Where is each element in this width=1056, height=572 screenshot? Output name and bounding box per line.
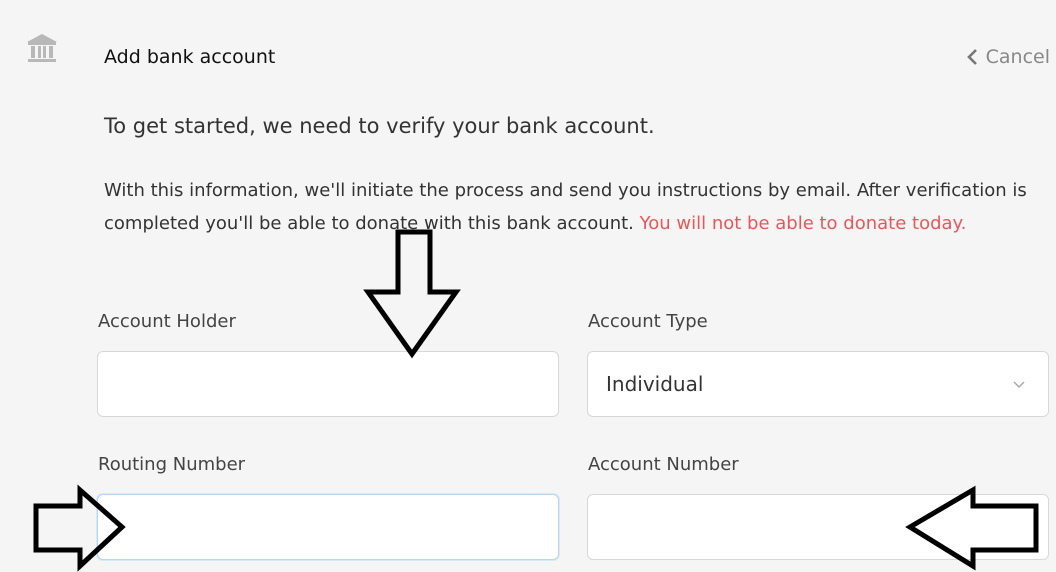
account-number-label: Account Number [588,454,739,475]
cancel-button[interactable]: Cancel [965,46,1050,68]
routing-number-label: Routing Number [98,454,246,475]
account-type-label: Account Type [588,311,708,332]
chevron-down-icon [1013,381,1025,389]
cancel-label: Cancel [985,46,1050,68]
account-type-select[interactable]: Individual [587,351,1049,417]
arrow-down-icon [363,229,461,359]
intro-text: To get started, we need to verify your b… [104,114,655,138]
bank-icon [27,34,57,62]
donation-warning: You will not be able to donate today. [639,213,967,234]
account-type-value: Individual [606,372,704,396]
annotation-overlay [33,229,1039,572]
account-number-input[interactable] [587,494,1049,560]
account-holder-label: Account Holder [98,311,236,332]
routing-number-input[interactable] [97,494,559,560]
chevron-left-icon [966,49,977,65]
description-text: With this information, we'll initiate th… [104,174,1034,240]
page-title: Add bank account [104,46,276,68]
account-holder-input[interactable] [97,351,559,417]
add-bank-account-panel: Add bank account Cancel To get started, … [0,0,1056,572]
